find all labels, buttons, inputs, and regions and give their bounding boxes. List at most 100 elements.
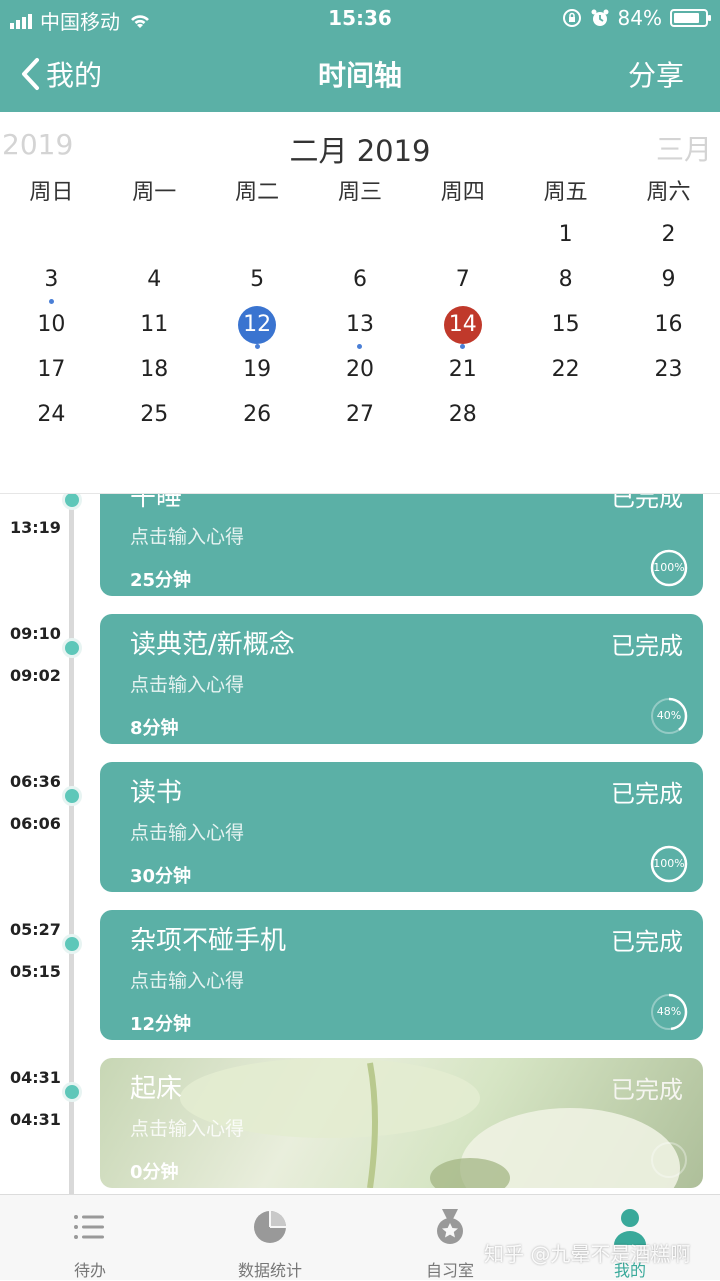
note-placeholder[interactable]: 点击输入心得	[130, 670, 244, 697]
weekday-label: 周二	[235, 180, 280, 205]
task-card[interactable]: 午睡 已完成 点击输入心得 25分钟 100%	[100, 494, 703, 596]
day-number: 15	[551, 312, 580, 337]
calendar-day[interactable]: 20	[309, 351, 412, 396]
task-name: 午睡	[130, 494, 183, 512]
calendar-day[interactable]: 22	[514, 351, 617, 396]
calendar-day[interactable]: 24	[0, 396, 103, 441]
calendar-day[interactable]: 13	[309, 306, 412, 351]
timeline-node	[62, 1082, 82, 1102]
task-duration: 0分钟	[130, 1162, 179, 1183]
calendar-day[interactable]: 10	[0, 306, 103, 351]
next-month-label[interactable]: 三月	[656, 128, 712, 168]
calendar-day[interactable]: 27	[309, 396, 412, 441]
calendar-day[interactable]: 12	[206, 306, 309, 351]
day-number: 7	[455, 267, 470, 292]
chevron-left-icon	[22, 58, 39, 90]
task-card[interactable]: 杂项不碰手机 已完成 点击输入心得 12分钟 48%	[100, 910, 703, 1040]
tab-bar: 待办 数据统计 自习室 我的	[0, 1194, 720, 1280]
calendar-day[interactable]: 2	[617, 216, 720, 261]
calendar-week-row: 17 18 19 20 21 22 23	[0, 351, 720, 396]
start-time: 04:31	[10, 1110, 61, 1129]
tab-label: 我的	[613, 1261, 646, 1280]
page-title: 时间轴	[317, 59, 402, 92]
calendar-day[interactable]: 16	[617, 306, 720, 351]
calendar-day[interactable]: 1	[514, 216, 617, 261]
battery-percent: 84%	[617, 6, 662, 30]
timeline[interactable]: 15:5513:19午睡已完成点击输入心得25分钟100%09:1009:02读…	[0, 494, 720, 1194]
timeline-entry: 09:10 09:02 读典范/新概念 已完成 点击输入心得 8分钟 40%	[0, 614, 720, 744]
calendar-day[interactable]: 7	[411, 261, 514, 306]
calendar-day[interactable]: 25	[103, 396, 206, 441]
calendar-day[interactable]: 21	[411, 351, 514, 396]
calendar-day[interactable]: 17	[0, 351, 103, 396]
calendar-day[interactable]: 19	[206, 351, 309, 396]
day-number: 20	[345, 357, 374, 382]
tab-label: 自习室	[425, 1261, 474, 1280]
tab-mine[interactable]: 我的	[540, 1195, 720, 1280]
pie-chart-icon	[254, 1211, 286, 1243]
task-card[interactable]: 读典范/新概念 已完成 点击输入心得 8分钟 40%	[100, 614, 703, 744]
progress-label: 100%	[653, 857, 685, 870]
day-number: 8	[558, 267, 573, 292]
day-number: 17	[37, 357, 66, 382]
calendar-week-row: 3 4 5 6 7 8 9	[0, 261, 720, 306]
day-number: 6	[352, 267, 367, 292]
tab-todo[interactable]: 待办	[0, 1195, 180, 1280]
note-placeholder[interactable]: 点击输入心得	[130, 818, 244, 845]
task-card[interactable]: 起床 已完成 点击输入心得 0分钟	[100, 1058, 703, 1188]
end-time: 09:10	[10, 624, 61, 643]
day-number: 27	[345, 402, 374, 427]
calendar-day[interactable]: 11	[103, 306, 206, 351]
weekday-label: 周五	[543, 180, 588, 205]
note-placeholder[interactable]: 点击输入心得	[130, 966, 244, 993]
calendar-day[interactable]: 5	[206, 261, 309, 306]
calendar-day[interactable]: 28	[411, 396, 514, 441]
calendar-day[interactable]: 18	[103, 351, 206, 396]
timeline-node	[62, 934, 82, 954]
start-time: 09:02	[10, 666, 61, 685]
event-dot	[48, 299, 54, 304]
back-button[interactable]: 我的	[20, 54, 102, 94]
share-button[interactable]: 分享	[628, 54, 684, 94]
alarm-icon	[591, 9, 609, 26]
calendar-day[interactable]: 8	[514, 261, 617, 306]
calendar-day[interactable]: 4	[103, 261, 206, 306]
list-icon	[74, 1215, 104, 1239]
tab-label: 数据统计	[237, 1261, 302, 1280]
calendar-day[interactable]: 14	[411, 306, 514, 351]
day-number: 3	[44, 267, 59, 292]
day-number: 18	[140, 357, 169, 382]
calendar-day[interactable]: 15	[514, 306, 617, 351]
calendar-week-row: 12	[0, 216, 720, 261]
progress-label: 40%	[656, 709, 682, 722]
medal-icon	[437, 1209, 463, 1244]
calendar-grid: 1 2 3 4 5 6 7 8 9 10 11 12 13 14 15 16 17 18 19 20 21 22 23 24 2…	[0, 216, 720, 441]
timeline-node	[62, 786, 82, 806]
day-number: 19	[243, 357, 272, 382]
calendar-day[interactable]: 9	[617, 261, 720, 306]
note-placeholder[interactable]: 点击输入心得	[130, 522, 244, 549]
day-number: 13	[345, 312, 374, 337]
calendar-week-row: 10 11 12 13 14 15 16	[0, 306, 720, 351]
task-card[interactable]: 读书 已完成 点击输入心得 30分钟 100%	[100, 762, 703, 892]
note-placeholder[interactable]: 点击输入心得	[130, 1114, 244, 1141]
task-status: 已完成	[611, 928, 683, 956]
event-dot	[357, 344, 363, 349]
calendar-day[interactable]: 23	[617, 351, 720, 396]
tab-study-room[interactable]: 自习室	[360, 1195, 540, 1280]
progress-label: 48%	[656, 1005, 682, 1018]
calendar-day[interactable]: 3	[0, 261, 103, 306]
calendar-day[interactable]: 6	[309, 261, 412, 306]
timeline-entry: 05:27 05:15 杂项不碰手机 已完成 点击输入心得 12分钟 48%	[0, 910, 720, 1040]
end-time: 15:55	[10, 494, 61, 495]
progress-label: 100%	[653, 561, 685, 574]
day-number: 16	[654, 312, 683, 337]
tab-statistics[interactable]: 数据统计	[180, 1195, 360, 1280]
day-number: 21	[448, 357, 477, 382]
tab-label: 待办	[73, 1261, 106, 1280]
start-time: 05:15	[10, 962, 61, 981]
calendar-day[interactable]: 26	[206, 396, 309, 441]
weekday-label: 周三	[337, 180, 382, 205]
calendar: 2019 二月 2019 三月 周日 周一 周二 周三 周四 周五 周六 123456789…	[0, 112, 720, 494]
progress-ring: 100%	[649, 548, 689, 588]
